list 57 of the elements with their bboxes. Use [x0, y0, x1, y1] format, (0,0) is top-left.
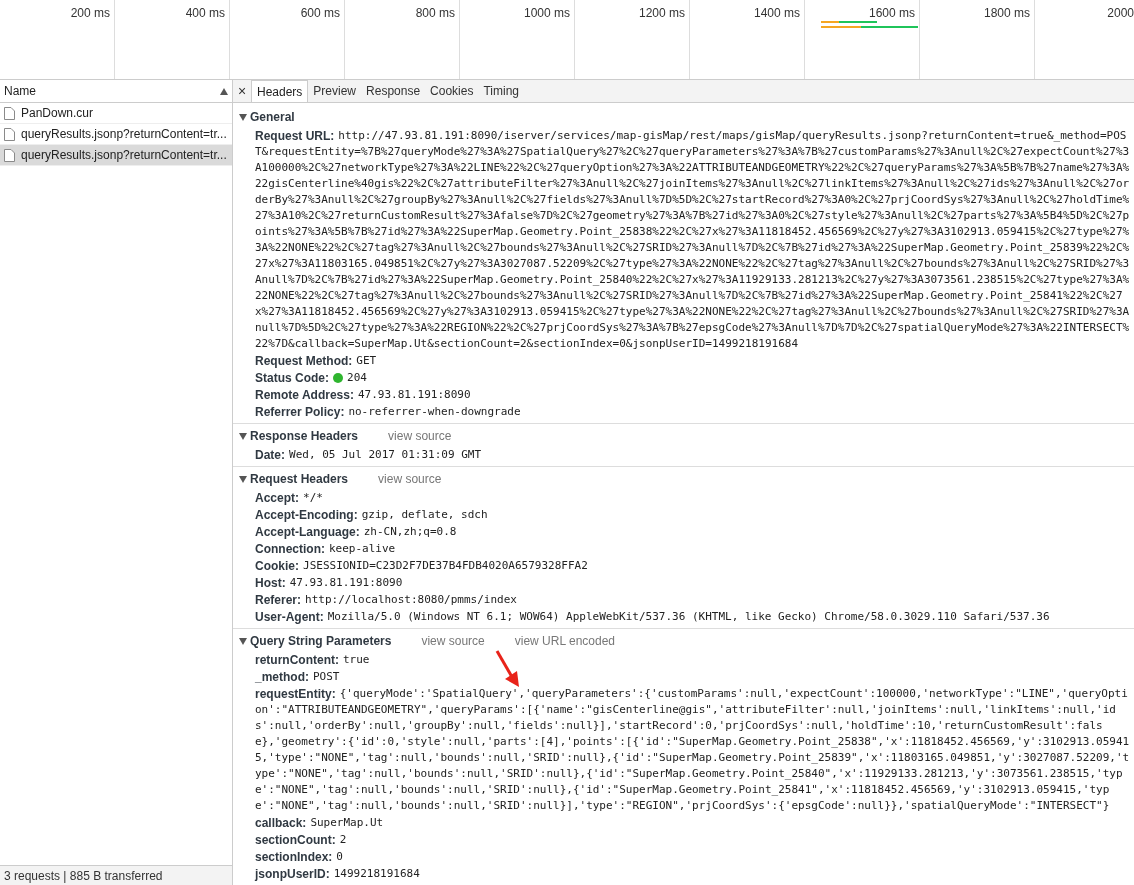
header-row-text: Referer: http://localhost:8080/pmms/index: [254, 591, 518, 608]
status-dot-icon: [333, 372, 343, 383]
expand-triangle-icon: [239, 114, 247, 121]
header-row-text: Accept: */*: [254, 489, 324, 506]
header-row-text: Request Method: GET: [254, 352, 378, 369]
expand-triangle-icon: [239, 433, 247, 440]
header-row-text: Connection: keep-alive: [254, 540, 397, 557]
section-toggle[interactable]: Response Headers: [239, 427, 359, 445]
view-link[interactable]: view source: [378, 470, 442, 488]
timeline-tick-label: 400 ms: [185, 6, 225, 20]
header-row-text: requestEntity: {'queryMode':'SpatialQuery','queryParameters':{'customParams':null,'expectCount':100000,'networkType':"LINE",'queryOption':"ATTRIBUTEANDGEOMETRY",'queryParams':[{'name':"gisCenterline@gis",'attributeFilter':null,'joinItems':null,'linkItems':null,'ids':null,'orderBy':null,'groupBy':null,'fields':null}],'startRecord':0,'prjCoordSys':null,'holdTime':10,'returnCustomResult':false},'geometry':{'id':0,'style':null,'parts':[4],'points':[{'id':"SuperMap.Geometry.Point_25838",'x':11818452.456569,'y':3102913.059415,'type':"NONE",'tag':null,'bounds':null,'SRID':null},{'id':"SuperMap.Geometry.Point_25839",'x':11803165.049851,'y':3027087.52209,'type':"NONE",'tag':null,'bounds':null,'SRID':null},{'id':"SuperMap.Geometry.Point_25840",'x':11929133.281213,'y':3073561.238515,'type':"NONE",'tag':null,'bounds':null,'SRID':null},{'id':"SuperMap.Geometry.Point_25841",'x':11818452.456569,'y':3102913.059415,'type':"NONE",'tag':null,'bounds':null,'SRID':null}],'type':"REGION",'prjCoordSys':{'epsgCode':null}},'spatialQueryMode':"INTERSECT"}: [254, 685, 1131, 814]
header-row-text: sectionIndex: 0: [254, 848, 344, 865]
request-row[interactable]: queryResults.jsonp?returnContent=tr...: [0, 145, 232, 166]
section-toggle[interactable]: Query String Parameters: [239, 632, 392, 650]
tab[interactable]: Cookies: [425, 80, 479, 102]
header-row-text: Accept-Encoding: gzip, deflate, sdch: [254, 506, 489, 523]
file-icon: [4, 106, 15, 120]
header-row-text: _method: POST: [254, 668, 341, 685]
timeline-tick-label: 600 ms: [300, 6, 340, 20]
timeline-tick-label: 1600 ms: [868, 6, 915, 20]
section-toggle[interactable]: General: [239, 108, 295, 126]
file-icon: [4, 148, 15, 162]
close-button[interactable]: ×: [233, 80, 251, 102]
timeline-tick-label: 1200 ms: [638, 6, 685, 20]
header-row-text: Host: 47.93.81.191:8090: [254, 574, 404, 591]
header-row-text: Status Code: 204: [254, 369, 368, 386]
header-row-text: jsonpUserID: 1499218191684: [253, 865, 421, 882]
header-row-text: sectionCount: 2: [254, 831, 348, 848]
expand-triangle-icon: [239, 638, 247, 645]
timeline-tick-label: 1400 ms: [753, 6, 800, 20]
timeline-tick-label: 800 ms: [415, 6, 455, 20]
tab[interactable]: Response: [361, 80, 426, 102]
timeline-tick-label: 200 ms: [70, 6, 110, 20]
section-toggle[interactable]: Request Headers: [239, 470, 349, 488]
file-icon: [4, 127, 15, 141]
annotation-arrow-icon: [495, 649, 521, 689]
header-row-text: Cookie: JSESSIONID=C23D2F7DE37B4FDB4020A6579328FFA2: [254, 557, 589, 574]
timeline-tick-label: 1000 ms: [523, 6, 570, 20]
tab[interactable]: Headers: [251, 80, 309, 102]
status-bar: 3 requests | 885 B transferred: [0, 865, 232, 885]
header-row-text: User-Agent: Mozilla/5.0 (Windows NT 6.1; WOW64) AppleWebKit/537.36 (KHTML, like Gecko) Chrome/58.0.3029.110 Safari/537.36: [254, 608, 1051, 625]
view-link[interactable]: view URL encoded: [514, 632, 616, 650]
header-row-text: Date: Wed, 05 Jul 2017 01:31:09 GMT: [254, 446, 483, 463]
timeline-tick-label: 2000: [1107, 6, 1134, 20]
timeline-tick-label: 1800 ms: [983, 6, 1030, 20]
header-row-text: Request URL: http://47.93.81.191:8090/iserver/services/map-gisMap/rest/maps/gisMap/queryResults.jsonp?returnContent=true&_method=POST&requestEntity=%7B%27queryMode%27%3A%27SpatialQuery%27%2C%27queryParameters%27%3A%7B%27customParams%27%3Anull%2C%27expectCount%27%3A100000%2C%27networkType%27%3A%22LINE%22%2C%27queryOption%27%3A%22ATTRIBUTEANDGEOMETRY%22%2C%27queryParams%27%3A%5B%7B%27name%27%3A%22gisCenterline%40gis%22%2C%27attributeFilter%27%3Anull%2C%27joinItems%27%3Anull%2C%27linkItems%27%3Anull%2C%27ids%27%3Anull%2C%27orderBy%27%3Anull%2C%27groupBy%27%3Anull%2C%27fields%27%3Anull%7D%5D%2C%27startRecord%27%3A0%2C%27prjCoordSys%27%3Anull%2C%27holdTime%27%3A10%2C%27returnCustomResult%27%3Afalse%7D%2C%27geometry%27%3A%7B%27id%27%3A0%2C%27style%27%3Anull%2C%27parts%27%3A%5B4%5D%2C%27points%27%3A%5B%7B%27id%27%3A%22SuperMap.Geometry.Point_25838%22%2C%27x%27%3A11818452.456569%2C%27y%27%3A3102913.059415%2C%27type%27%3A%22NONE%22%2C%27tag%27%3Anull%2C%27bounds%27%3Anull%2C%27SRID%27%3Anull%7D%2C%7B%27id%27%3A%22SuperMap.Geometry.Point_25839%22%2C%27x%27%3A11803165.049851%2C%27y%27%3A3027087.52209%2C%27type%27%3A%22NONE%22%2C%27tag%27%3Anull%2C%27bounds%27%3Anull%2C%27SRID%27%3Anull%7D%2C%7B%27id%27%3A%22SuperMap.Geometry.Point_25840%22%2C%27x%27%3A11929133.281213%2C%27y%27%3A3073561.238515%2C%27type%27%3A%22NONE%22%2C%27tag%27%3Anull%2C%27bounds%27%3Anull%2C%27SRID%27%3Anull%7D%2C%7B%27id%27%3A%22SuperMap.Geometry.Point_25841%22%2C%27x%27%3A11818452.456569%2C%27y%27%3A3102913.059415%2C%27type%27%3A%22NONE%22%2C%27tag%27%3Anull%2C%27bounds%27%3Anull%2C%27SRID%27%3Anull%7D%5D%2C%27type%27%3A%22REGION%22%2C%27prjCoordSys%27%3A%7B%27epsgCode%27%3Anull%7D%7D%2C%27spatialQueryMode%27%3A%22INTERSECT%22%7D&callback=SuperMap.Ut&sectionCount=2&sectionIndex=0&jsonpUserID=1499218191684: [254, 127, 1131, 352]
header-row-text: Remote Address: 47.93.81.191:8090: [254, 386, 472, 403]
header-row-text: callback: SuperMap.Ut: [254, 814, 385, 831]
tab[interactable]: Timing: [478, 80, 524, 102]
header-row-text: returnContent: true: [254, 651, 371, 668]
expand-triangle-icon: [239, 476, 247, 483]
tab[interactable]: Preview: [308, 80, 362, 102]
view-link[interactable]: view source: [421, 632, 485, 650]
sort-triangle-icon: [220, 87, 228, 95]
header-row-text: Accept-Language: zh-CN,zh;q=0.8: [254, 523, 458, 540]
header-row-text: Referrer Policy: no-referrer-when-downgrade: [254, 403, 522, 420]
view-link[interactable]: view source: [388, 427, 452, 445]
